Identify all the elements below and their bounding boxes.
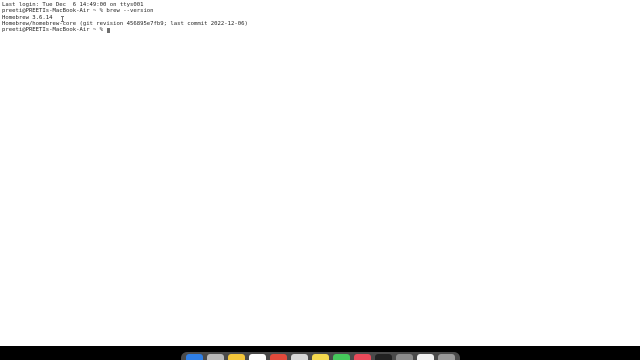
finder-icon[interactable]: [186, 354, 203, 360]
photos-icon[interactable]: [270, 354, 287, 360]
messages-icon[interactable]: [333, 354, 350, 360]
notes-icon[interactable]: [228, 354, 245, 360]
launchpad-icon[interactable]: [207, 354, 224, 360]
terminal-icon[interactable]: [375, 354, 392, 360]
screen: Last login: Tue Dec 6 14:49:00 on ttys00…: [0, 0, 640, 360]
trash-icon[interactable]: [438, 354, 455, 360]
ibeam-cursor-icon: [61, 16, 64, 22]
music-icon[interactable]: [354, 354, 371, 360]
calendar-icon[interactable]: [249, 354, 266, 360]
system-settings-icon[interactable]: [396, 354, 413, 360]
terminal-window[interactable]: Last login: Tue Dec 6 14:49:00 on ttys00…: [2, 2, 638, 346]
text-cursor: [107, 27, 111, 34]
preview-icon[interactable]: [291, 354, 308, 360]
stickies-icon[interactable]: [312, 354, 329, 360]
app-store-icon[interactable]: [417, 354, 434, 360]
dock: [181, 352, 460, 360]
current-prompt-line[interactable]: preeti@PREETIs-MacBook-Air ~ %: [2, 27, 638, 33]
prompt-text: preeti@PREETIs-MacBook-Air ~ %: [2, 27, 107, 34]
